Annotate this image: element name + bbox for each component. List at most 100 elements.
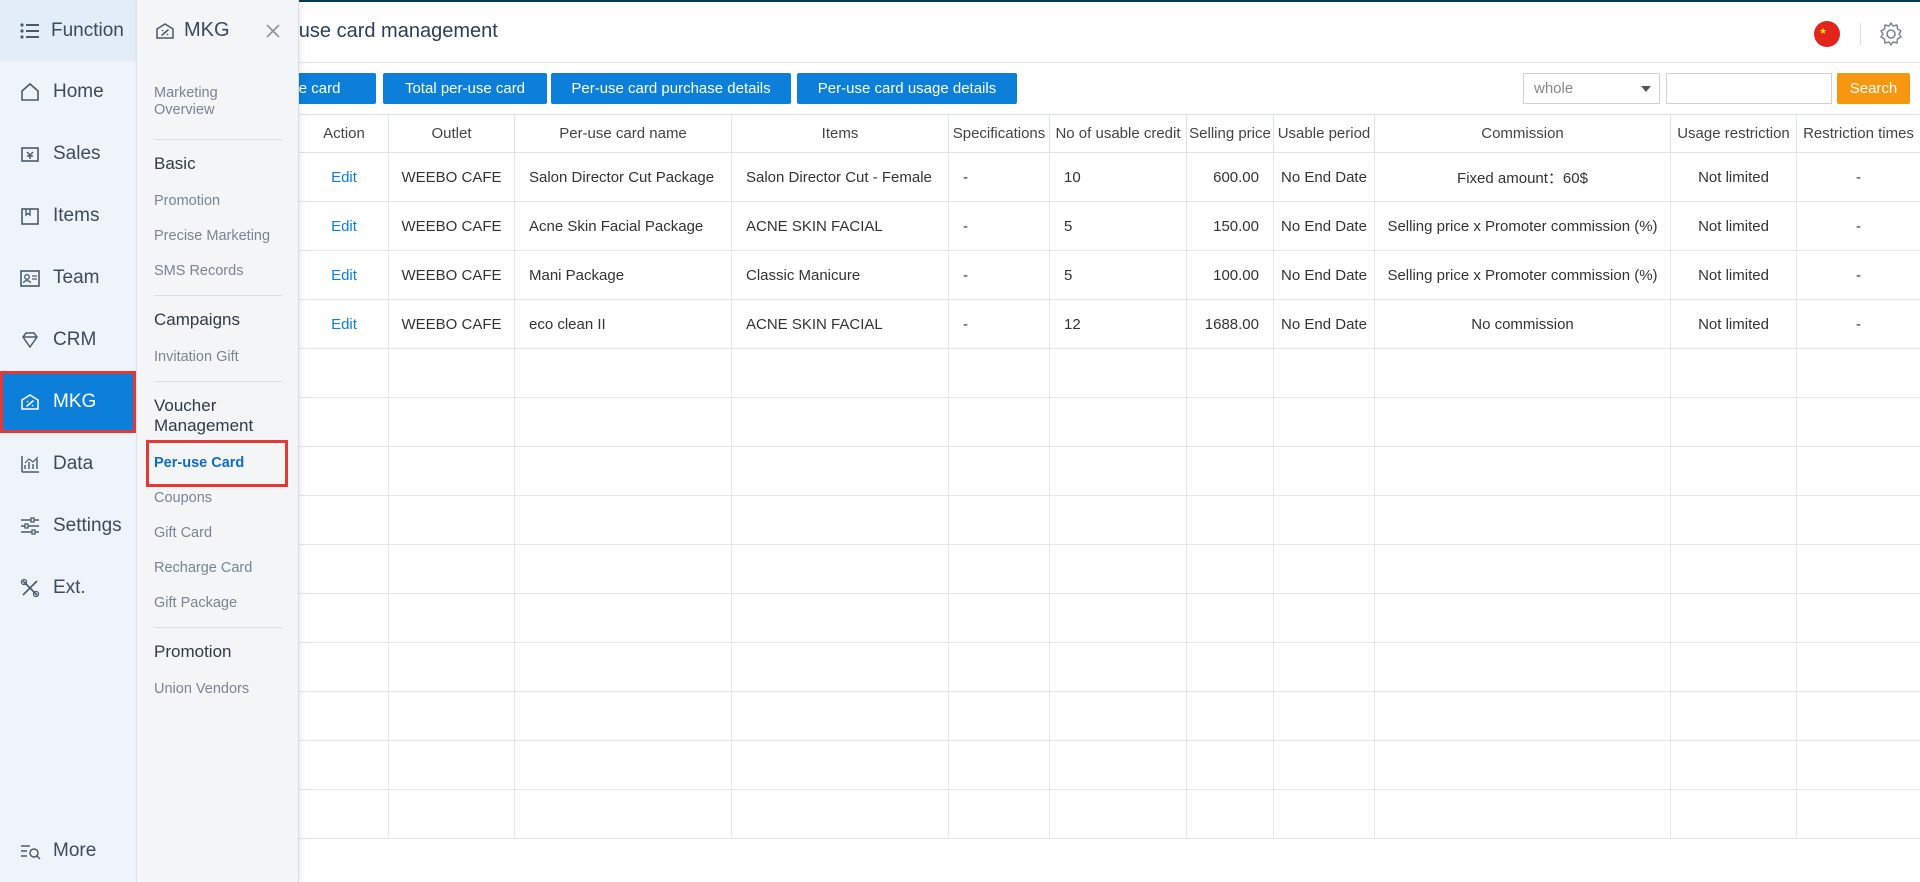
cell-commission: Selling price x Promoter commission (%) xyxy=(1374,201,1671,251)
rail-item-more[interactable]: More xyxy=(0,820,136,882)
submenu-link-marketing-overview[interactable]: Marketing Overview xyxy=(154,61,282,133)
cell-usage-restriction: Not limited xyxy=(1670,250,1797,300)
edit-link[interactable]: Edit xyxy=(299,299,389,349)
col-header-specifications[interactable]: Specifications xyxy=(948,114,1050,153)
cell-selling-price: 150.00 xyxy=(1186,201,1274,251)
rail-item-settings[interactable]: Settings xyxy=(0,495,136,557)
submenu-title: MKG xyxy=(184,19,230,41)
cell-selling-price: 100.00 xyxy=(1186,250,1274,300)
submenu-link-union-vendors[interactable]: Union Vendors xyxy=(154,672,282,707)
sales-icon xyxy=(19,143,41,165)
col-header-commission[interactable]: Commission xyxy=(1374,114,1671,153)
rail-item-mkg[interactable]: MKG xyxy=(0,371,136,433)
submenu-group-voucher: Voucher Management xyxy=(154,381,282,446)
cell-card-name: Salon Director Cut Package xyxy=(514,152,732,202)
usage-details-button[interactable]: Per-use card usage details xyxy=(797,73,1017,104)
cell-usable-credit: 12 xyxy=(1049,299,1187,349)
col-header-usable-period[interactable]: Usable period xyxy=(1273,114,1375,153)
empty-row xyxy=(299,642,1920,692)
submenu-link-promotion[interactable]: Promotion xyxy=(154,184,282,219)
function-label: Function xyxy=(51,19,124,41)
table-row: Edit WEEBO CAFE eco clean II ACNE SKIN F… xyxy=(299,299,1920,349)
rail-label: Home xyxy=(53,81,104,102)
empty-row xyxy=(299,593,1920,643)
cell-commission: Fixed amount：60$ xyxy=(1374,152,1671,202)
empty-row xyxy=(299,740,1920,790)
sliders-icon xyxy=(19,515,41,537)
empty-row xyxy=(299,691,1920,741)
edit-link[interactable]: Edit xyxy=(299,152,389,202)
cell-items: ACNE SKIN FACIAL xyxy=(731,201,949,251)
rail-label: Sales xyxy=(53,143,101,164)
rail-item-sales[interactable]: Sales xyxy=(0,123,136,185)
submenu-link-gift-card[interactable]: Gift Card xyxy=(154,516,282,551)
chart-icon xyxy=(19,453,41,475)
edit-link[interactable]: Edit xyxy=(299,201,389,251)
cell-outlet: WEEBO CAFE xyxy=(388,250,515,300)
search-input[interactable] xyxy=(1666,73,1832,104)
close-icon[interactable] xyxy=(264,22,282,40)
rail-item-data[interactable]: Data xyxy=(0,433,136,495)
table-header-row: Action Outlet Per-use card name Items Sp… xyxy=(299,114,1920,153)
empty-row xyxy=(299,495,1920,545)
rail-item-team[interactable]: Team xyxy=(0,247,136,309)
cell-usable-period: No End Date xyxy=(1273,250,1375,300)
function-header[interactable]: Function xyxy=(0,0,136,61)
submenu-link-per-use-card[interactable]: Per-use Card xyxy=(146,440,288,487)
cell-specifications: - xyxy=(948,201,1050,251)
submenu-link-sms-records[interactable]: SMS Records xyxy=(154,254,282,289)
col-header-card-name[interactable]: Per-use card name xyxy=(514,114,732,153)
cell-card-name: Mani Package xyxy=(514,250,732,300)
gear-icon[interactable] xyxy=(1878,21,1904,47)
total-per-use-card-button[interactable]: Total per-use card xyxy=(383,73,547,104)
rail-item-ext[interactable]: Ext. xyxy=(0,557,136,619)
list-icon xyxy=(19,20,41,42)
cell-usable-period: No End Date xyxy=(1273,152,1375,202)
rail-item-items[interactable]: Items xyxy=(0,185,136,247)
rail-item-home[interactable]: Home xyxy=(0,61,136,123)
rail-label: MKG xyxy=(53,391,97,412)
outlet-select[interactable]: whole xyxy=(1523,73,1660,104)
cell-specifications: - xyxy=(948,250,1050,300)
col-header-usable-credit[interactable]: No of usable credit xyxy=(1049,114,1187,153)
china-flag-icon[interactable]: ★ xyxy=(1814,21,1840,47)
rail-item-crm[interactable]: CRM xyxy=(0,309,136,371)
submenu-group-campaigns: Campaigns xyxy=(154,295,282,340)
cell-outlet: WEEBO CAFE xyxy=(388,201,515,251)
submenu-link-recharge-card[interactable]: Recharge Card xyxy=(154,551,282,586)
submenu-group-promotion: Promotion xyxy=(154,627,282,672)
cell-usable-period: No End Date xyxy=(1273,299,1375,349)
cell-items: ACNE SKIN FACIAL xyxy=(731,299,949,349)
cell-restriction-times: - xyxy=(1796,201,1920,251)
cell-specifications: - xyxy=(948,152,1050,202)
cell-outlet: WEEBO CAFE xyxy=(388,152,515,202)
edit-link[interactable]: Edit xyxy=(299,250,389,300)
submenu-link-gift-package[interactable]: Gift Package xyxy=(154,586,282,621)
col-header-items[interactable]: Items xyxy=(731,114,949,153)
submenu-link-coupons[interactable]: Coupons xyxy=(154,481,282,516)
empty-row xyxy=(299,789,1920,839)
table-row: Edit WEEBO CAFE Mani Package Classic Man… xyxy=(299,250,1920,300)
outlet-select-value: whole xyxy=(1534,80,1574,97)
submenu-link-precise-marketing[interactable]: Precise Marketing xyxy=(154,219,282,254)
table-row: Edit WEEBO CAFE Acne Skin Facial Package… xyxy=(299,201,1920,251)
function-rail: Function Home Sales Items Team CRM MKG D… xyxy=(0,0,137,882)
col-header-usage-restriction[interactable]: Usage restriction xyxy=(1670,114,1797,153)
purchase-details-button[interactable]: Per-use card purchase details xyxy=(551,73,791,104)
col-header-outlet[interactable]: Outlet xyxy=(388,114,515,153)
col-header-restriction-times[interactable]: Restriction times xyxy=(1796,114,1920,153)
cell-usable-period: No End Date xyxy=(1273,201,1375,251)
submenu-link-invitation-gift[interactable]: Invitation Gift xyxy=(154,340,282,375)
rail-label: Data xyxy=(53,453,94,474)
cell-specifications: - xyxy=(948,299,1050,349)
col-header-selling-price[interactable]: Selling price xyxy=(1186,114,1274,153)
per-use-card-table: Action Outlet Per-use card name Items Sp… xyxy=(299,114,1920,839)
diamond-icon xyxy=(19,329,41,351)
marketing-icon xyxy=(154,20,176,42)
col-header-action[interactable]: Action xyxy=(299,114,389,153)
table-row: Edit WEEBO CAFE Salon Director Cut Packa… xyxy=(299,152,1920,202)
search-button[interactable]: Search xyxy=(1837,73,1910,104)
rail-label: Ext. xyxy=(53,577,86,598)
home-icon xyxy=(19,81,41,103)
cell-restriction-times: - xyxy=(1796,152,1920,202)
